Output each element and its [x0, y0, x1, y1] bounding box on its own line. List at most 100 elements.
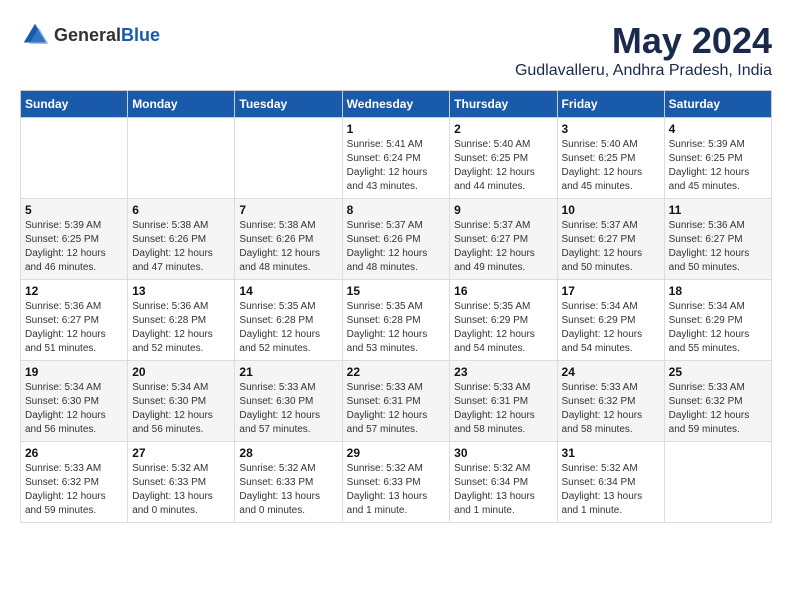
calendar-cell: 23 Sunrise: 5:33 AM Sunset: 6:31 PM Dayli… [450, 361, 557, 442]
calendar-cell: 1 Sunrise: 5:41 AM Sunset: 6:24 PM Daylig… [342, 118, 450, 199]
calendar-cell: 3Sunrise: 5:40 AM Sunset: 6:25 PM Daylig… [557, 118, 664, 199]
header-sunday: Sunday [21, 91, 128, 118]
calendar-cell: 9 Sunrise: 5:37 AM Sunset: 6:27 PM Daylig… [450, 199, 557, 280]
day-info: Sunrise: 5:33 AM Sunset: 6:32 PM Dayligh… [669, 381, 767, 437]
day-info: Sunrise: 5:35 AM Sunset: 6:29 PM Dayligh… [454, 300, 552, 356]
logo-text-general: General [54, 25, 121, 45]
day-number: 8 [347, 203, 446, 217]
calendar-cell: 5Sunrise: 5:39 AM Sunset: 6:25 PM Daylig… [21, 199, 128, 280]
calendar-cell [128, 118, 235, 199]
day-info: Sunrise: 5:36 AM Sunset: 6:28 PM Dayligh… [132, 300, 230, 356]
day-info: Sunrise: 5:37 AM Sunset: 6:26 PM Dayligh… [347, 219, 446, 275]
day-info: Sunrise: 5:33 AM Sunset: 6:31 PM Dayligh… [454, 381, 552, 437]
day-info: Sunrise: 5:32 AM Sunset: 6:34 PM Dayligh… [562, 462, 660, 518]
day-number: 23 [454, 365, 552, 379]
day-number: 16 [454, 284, 552, 298]
calendar-cell: 22 Sunrise: 5:33 AM Sunset: 6:31 PM Dayli… [342, 361, 450, 442]
calendar-cell: 26 Sunrise: 5:33 AM Sunset: 6:32 PM Dayli… [21, 442, 128, 523]
day-number: 26 [25, 446, 123, 460]
day-number: 21 [239, 365, 337, 379]
header-wednesday: Wednesday [342, 91, 450, 118]
header-monday: Monday [128, 91, 235, 118]
day-number: 2 [454, 122, 552, 136]
day-number: 20 [132, 365, 230, 379]
day-info: Sunrise: 5:36 AM Sunset: 6:27 PM Dayligh… [25, 300, 123, 356]
day-info: Sunrise: 5:34 AM Sunset: 6:29 PM Dayligh… [669, 300, 767, 356]
day-number: 27 [132, 446, 230, 460]
calendar-cell: 7 Sunrise: 5:38 AM Sunset: 6:26 PM Daylig… [235, 199, 342, 280]
day-info: Sunrise: 5:41 AM Sunset: 6:24 PM Dayligh… [347, 138, 446, 194]
day-number: 22 [347, 365, 446, 379]
calendar-cell: 8 Sunrise: 5:37 AM Sunset: 6:26 PM Daylig… [342, 199, 450, 280]
day-number: 7 [239, 203, 337, 217]
day-number: 12 [25, 284, 123, 298]
day-info: Sunrise: 5:32 AM Sunset: 6:33 PM Dayligh… [347, 462, 446, 518]
header-saturday: Saturday [664, 91, 771, 118]
day-number: 6 [132, 203, 230, 217]
calendar-cell: 16 Sunrise: 5:35 AM Sunset: 6:29 PM Dayli… [450, 280, 557, 361]
day-number: 13 [132, 284, 230, 298]
day-number: 1 [347, 122, 446, 136]
day-number: 29 [347, 446, 446, 460]
calendar-cell: 17 Sunrise: 5:34 AM Sunset: 6:29 PM Dayli… [557, 280, 664, 361]
day-info: Sunrise: 5:40 AM Sunset: 6:25 PM Dayligh… [454, 138, 552, 194]
calendar-table: Sunday Monday Tuesday Wednesday Thursday… [20, 90, 772, 523]
calendar-cell: 27Sunrise: 5:32 AM Sunset: 6:33 PM Dayli… [128, 442, 235, 523]
calendar-cell [21, 118, 128, 199]
day-info: Sunrise: 5:33 AM Sunset: 6:32 PM Dayligh… [25, 462, 123, 518]
logo-text-blue: Blue [121, 25, 160, 45]
day-info: Sunrise: 5:34 AM Sunset: 6:30 PM Dayligh… [25, 381, 123, 437]
calendar-cell [664, 442, 771, 523]
calendar-cell: 21 Sunrise: 5:33 AM Sunset: 6:30 PM Dayli… [235, 361, 342, 442]
day-info: Sunrise: 5:35 AM Sunset: 6:28 PM Dayligh… [239, 300, 337, 356]
calendar-cell: 28Sunrise: 5:32 AM Sunset: 6:33 PM Dayli… [235, 442, 342, 523]
calendar-cell: 20Sunrise: 5:34 AM Sunset: 6:30 PM Dayli… [128, 361, 235, 442]
page-header: GeneralBlue May 2024 Gudlavalleru, Andhr… [20, 20, 772, 80]
day-info: Sunrise: 5:38 AM Sunset: 6:26 PM Dayligh… [239, 219, 337, 275]
day-number: 30 [454, 446, 552, 460]
header-thursday: Thursday [450, 91, 557, 118]
calendar-week-row: 19 Sunrise: 5:34 AM Sunset: 6:30 PM Dayli… [21, 361, 772, 442]
day-number: 9 [454, 203, 552, 217]
calendar-cell: 4 Sunrise: 5:39 AM Sunset: 6:25 PM Daylig… [664, 118, 771, 199]
calendar-title: May 2024 [515, 20, 772, 62]
day-number: 11 [669, 203, 767, 217]
calendar-cell: 12 Sunrise: 5:36 AM Sunset: 6:27 PM Dayli… [21, 280, 128, 361]
header-friday: Friday [557, 91, 664, 118]
calendar-cell: 13 Sunrise: 5:36 AM Sunset: 6:28 PM Dayli… [128, 280, 235, 361]
calendar-cell: 11Sunrise: 5:36 AM Sunset: 6:27 PM Dayli… [664, 199, 771, 280]
day-number: 4 [669, 122, 767, 136]
calendar-subtitle: Gudlavalleru, Andhra Pradesh, India [515, 62, 772, 80]
day-number: 28 [239, 446, 337, 460]
day-number: 19 [25, 365, 123, 379]
calendar-cell: 31Sunrise: 5:32 AM Sunset: 6:34 PM Dayli… [557, 442, 664, 523]
day-info: Sunrise: 5:35 AM Sunset: 6:28 PM Dayligh… [347, 300, 446, 356]
calendar-week-row: 12 Sunrise: 5:36 AM Sunset: 6:27 PM Dayli… [21, 280, 772, 361]
calendar-cell: 2 Sunrise: 5:40 AM Sunset: 6:25 PM Daylig… [450, 118, 557, 199]
logo-icon [20, 20, 50, 50]
day-info: Sunrise: 5:34 AM Sunset: 6:29 PM Dayligh… [562, 300, 660, 356]
day-info: Sunrise: 5:39 AM Sunset: 6:25 PM Dayligh… [669, 138, 767, 194]
calendar-cell [235, 118, 342, 199]
calendar-cell: 10 Sunrise: 5:37 AM Sunset: 6:27 PM Dayli… [557, 199, 664, 280]
calendar-week-row: 1 Sunrise: 5:41 AM Sunset: 6:24 PM Daylig… [21, 118, 772, 199]
calendar-cell: 18Sunrise: 5:34 AM Sunset: 6:29 PM Dayli… [664, 280, 771, 361]
day-info: Sunrise: 5:33 AM Sunset: 6:31 PM Dayligh… [347, 381, 446, 437]
day-info: Sunrise: 5:37 AM Sunset: 6:27 PM Dayligh… [562, 219, 660, 275]
day-info: Sunrise: 5:33 AM Sunset: 6:30 PM Dayligh… [239, 381, 337, 437]
day-number: 14 [239, 284, 337, 298]
day-info: Sunrise: 5:33 AM Sunset: 6:32 PM Dayligh… [562, 381, 660, 437]
day-number: 24 [562, 365, 660, 379]
calendar-cell: 6 Sunrise: 5:38 AM Sunset: 6:26 PM Daylig… [128, 199, 235, 280]
day-number: 10 [562, 203, 660, 217]
calendar-header-row: Sunday Monday Tuesday Wednesday Thursday… [21, 91, 772, 118]
calendar-week-row: 5Sunrise: 5:39 AM Sunset: 6:25 PM Daylig… [21, 199, 772, 280]
calendar-cell: 29 Sunrise: 5:32 AM Sunset: 6:33 PM Dayli… [342, 442, 450, 523]
day-info: Sunrise: 5:38 AM Sunset: 6:26 PM Dayligh… [132, 219, 230, 275]
calendar-cell: 25Sunrise: 5:33 AM Sunset: 6:32 PM Dayli… [664, 361, 771, 442]
day-number: 17 [562, 284, 660, 298]
day-number: 15 [347, 284, 446, 298]
calendar-cell: 30Sunrise: 5:32 AM Sunset: 6:34 PM Dayli… [450, 442, 557, 523]
day-info: Sunrise: 5:37 AM Sunset: 6:27 PM Dayligh… [454, 219, 552, 275]
day-number: 5 [25, 203, 123, 217]
